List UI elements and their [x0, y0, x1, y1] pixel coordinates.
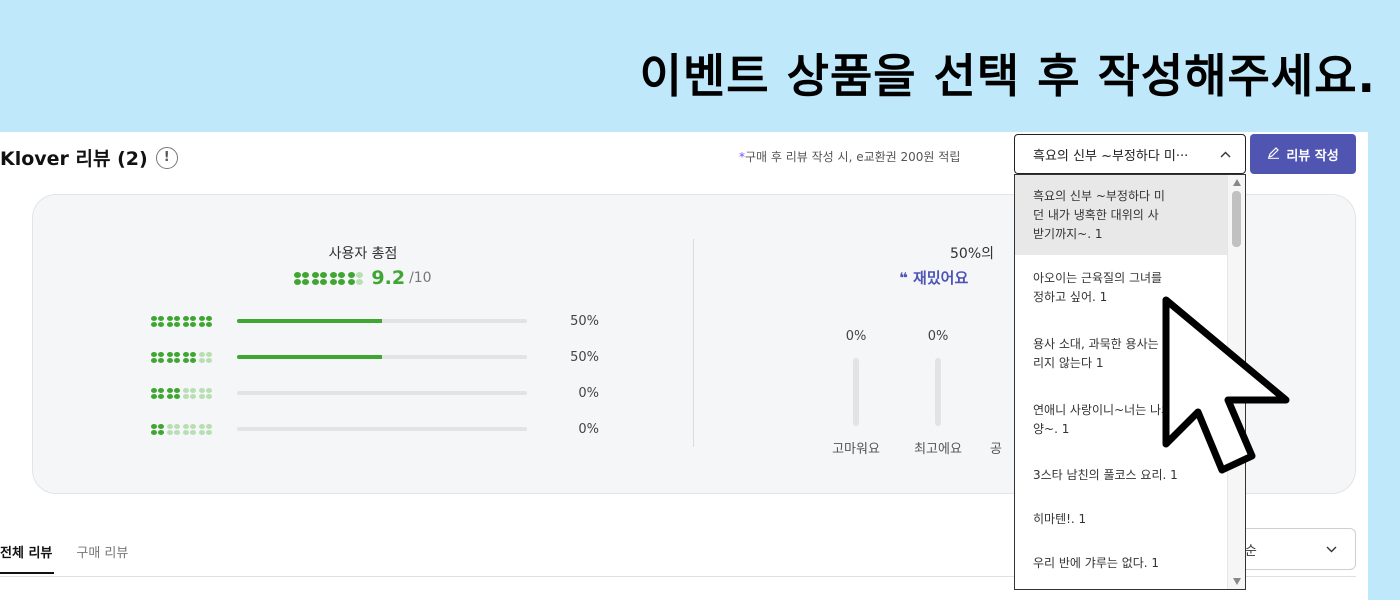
review-title: Klover 리뷰 (2) ! [0, 144, 178, 171]
scroll-down-icon[interactable] [1233, 578, 1241, 585]
dropdown-option-line: 아오이는 근육질의 그녀를 [1033, 271, 1163, 285]
chevron-up-icon [1220, 148, 1231, 161]
tab-purchase-reviews[interactable]: 구매 리뷰 [76, 542, 128, 561]
score-pct: 0% [578, 385, 599, 401]
clover-icon [183, 315, 196, 327]
dropdown-option-text: 흑요의 신부 ~부정하다 미던 내가 냉혹한 대위의 사받기까지~. 1 [1033, 187, 1165, 244]
user-score-row: 9.2 /10 [33, 267, 693, 289]
score-pct: 50% [570, 313, 599, 329]
emotion-bar [853, 358, 859, 426]
clover-icon [312, 271, 328, 285]
note-text: 구매 후 리뷰 작성 시, e교환권 200원 적립 [745, 150, 961, 164]
dropdown-option-text: 아오이는 근육질의 그녀를정하고 싶어. 1 [1033, 269, 1162, 307]
emotion-column: 0% 고마워요 [826, 329, 886, 457]
emotion-label: 최고에요 [914, 442, 962, 457]
dropdown-option-line: 받기까지~. 1 [1033, 226, 1103, 241]
dropdown-option-line: 흑요의 신부 ~부정하다 미 [1033, 188, 1165, 203]
user-score-section: 사용자 총점 9.2 /10 50% 50% 0% 0% [33, 195, 693, 493]
clover-icon [199, 315, 212, 327]
clover-icon [167, 351, 180, 363]
clover-icon [330, 271, 346, 285]
dropdown-option-line: 정하고 싶어. 1 [1033, 290, 1108, 304]
clover-rating-icons [294, 271, 364, 285]
product-select[interactable]: 흑요의 신부 ~부정하다 미··· [1014, 134, 1246, 174]
score-bar [237, 319, 527, 323]
clover-rating-icons [151, 387, 227, 399]
clover-icon [151, 423, 164, 435]
clover-icon [167, 315, 180, 327]
chevron-down-icon [1326, 542, 1337, 557]
clover-icon [151, 315, 164, 327]
clover-half-icon [348, 271, 364, 285]
clover-icon [183, 423, 196, 435]
emotion-top-pick: ❝ 재밌어요 [899, 267, 968, 288]
dropdown-option[interactable]: 히마텐!. 1 [1015, 497, 1245, 541]
pen-icon [1267, 146, 1280, 163]
score-distribution-row: 0% [151, 383, 599, 403]
dropdown-option[interactable]: 우리 반에 갸루는 없다. 1 [1015, 541, 1245, 585]
score-bar [237, 391, 527, 395]
clover-rating-icons [151, 315, 227, 327]
emotion-label: 고마워요 [832, 442, 880, 457]
emotion-bar [935, 358, 941, 426]
quote-icon: ❝ [899, 269, 908, 287]
write-review-button[interactable]: 리뷰 작성 [1250, 134, 1356, 174]
clover-icon [167, 423, 180, 435]
scroll-up-icon[interactable] [1233, 179, 1241, 186]
dropdown-option-text: 3스타 남친의 풀코스 요리. 1 [1033, 466, 1178, 485]
score-pct: 50% [570, 349, 599, 365]
dropdown-option-text: 우리 반에 갸루는 없다. 1 [1033, 554, 1159, 573]
emotion-header: 50%의 [950, 246, 994, 262]
score-distribution-row: 50% [151, 311, 599, 331]
clover-icon [199, 423, 212, 435]
page-headline: 이벤트 상품을 선택 후 작성해주세요. [639, 49, 1376, 103]
clover-icon [199, 351, 212, 363]
clover-icon [183, 351, 196, 363]
scrollbar-thumb[interactable] [1232, 191, 1241, 247]
dropdown-option[interactable]: 흑요의 신부 ~부정하다 미던 내가 냉혹한 대위의 사받기까지~. 1 [1015, 175, 1245, 255]
clover-icon [151, 351, 164, 363]
emotion-column: 0% 최고에요 [908, 329, 968, 457]
score-bar [237, 427, 527, 431]
tab-all-reviews[interactable]: 전체 리뷰 [0, 542, 55, 574]
emotion-pct: 0% [845, 329, 867, 344]
user-score-label: 사용자 총점 [328, 246, 398, 262]
clover-rating-icons [151, 351, 227, 363]
product-select-value: 흑요의 신부 ~부정하다 미··· [1033, 148, 1189, 164]
score-distribution-row: 0% [151, 419, 599, 439]
review-title-text: Klover 리뷰 (2) [0, 148, 148, 170]
mouse-pointer-icon [1162, 296, 1290, 474]
clover-icon [183, 387, 196, 399]
clover-icon [199, 387, 212, 399]
score-bar-fill [237, 355, 382, 359]
score-distribution-row: 50% [151, 347, 599, 367]
clover-icon [294, 271, 310, 285]
dropdown-option-line: 3스타 남친의 풀코스 요리. 1 [1033, 467, 1178, 482]
clover-icon [151, 387, 164, 399]
score-pct: 0% [578, 421, 599, 437]
dropdown-option-text: 히마텐!. 1 [1033, 510, 1086, 529]
reward-note: *구매 후 리뷰 작성 시, e교환권 200원 적립 [739, 148, 960, 165]
info-icon[interactable]: ! [155, 146, 178, 169]
dropdown-option-line: 던 내가 냉혹한 대위의 사 [1033, 207, 1159, 222]
clover-icon [167, 387, 180, 399]
dropdown-option-line: 우리 반에 갸루는 없다. 1 [1033, 555, 1160, 570]
score-bar-fill [237, 319, 382, 323]
review-panel: Klover 리뷰 (2) ! *구매 후 리뷰 작성 시, e교환권 200원… [0, 132, 1368, 600]
emotion-top-label: 재밌어요 [913, 269, 969, 287]
score-bar [237, 355, 527, 359]
user-score-max: /10 [409, 270, 432, 286]
write-review-label: 리뷰 작성 [1286, 148, 1339, 164]
user-score-value: 9.2 [371, 267, 406, 289]
clover-rating-icons [151, 423, 227, 435]
dropdown-option-line: 히마텐!. 1 [1033, 511, 1087, 526]
review-tabs: 전체 리뷰 구매 리뷰 [0, 542, 128, 574]
emotion-pct: 0% [927, 329, 949, 344]
